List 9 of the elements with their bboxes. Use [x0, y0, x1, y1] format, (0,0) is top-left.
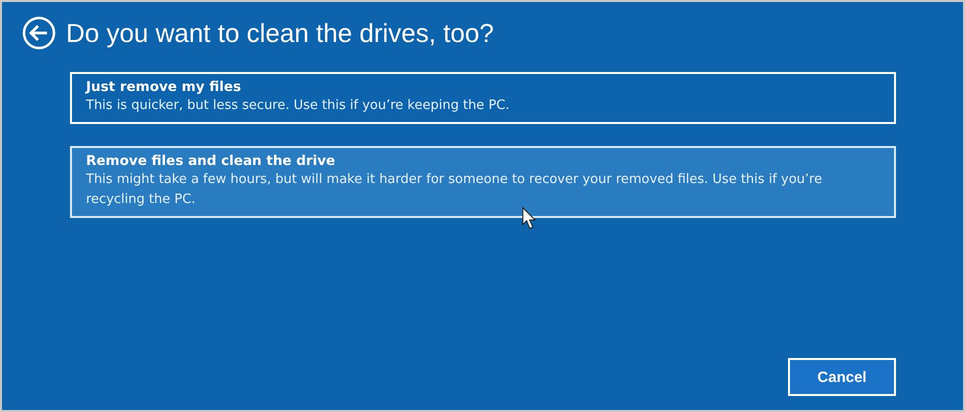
- option-title: Just remove my files: [86, 79, 242, 95]
- option-description: This is quicker, but less secure. Use this if you’re keeping the PC.: [86, 97, 510, 115]
- option-card[interactable]: Just remove my files This is quicker, but less secure. Use this if you’re keeping the PC.: [70, 72, 896, 124]
- back-icon[interactable]: [22, 16, 56, 50]
- mouse-pointer-icon: [522, 207, 539, 230]
- page-title: Do you want to clean the drives, too?: [66, 18, 494, 48]
- cancel-button[interactable]: Cancel: [788, 358, 896, 396]
- option-title: Remove files and clean the drive: [86, 153, 336, 169]
- option-description: This might take a few hours, but will make it harder for someone to recover your removed files. Use this if you’re recycling the PC.: [86, 171, 824, 209]
